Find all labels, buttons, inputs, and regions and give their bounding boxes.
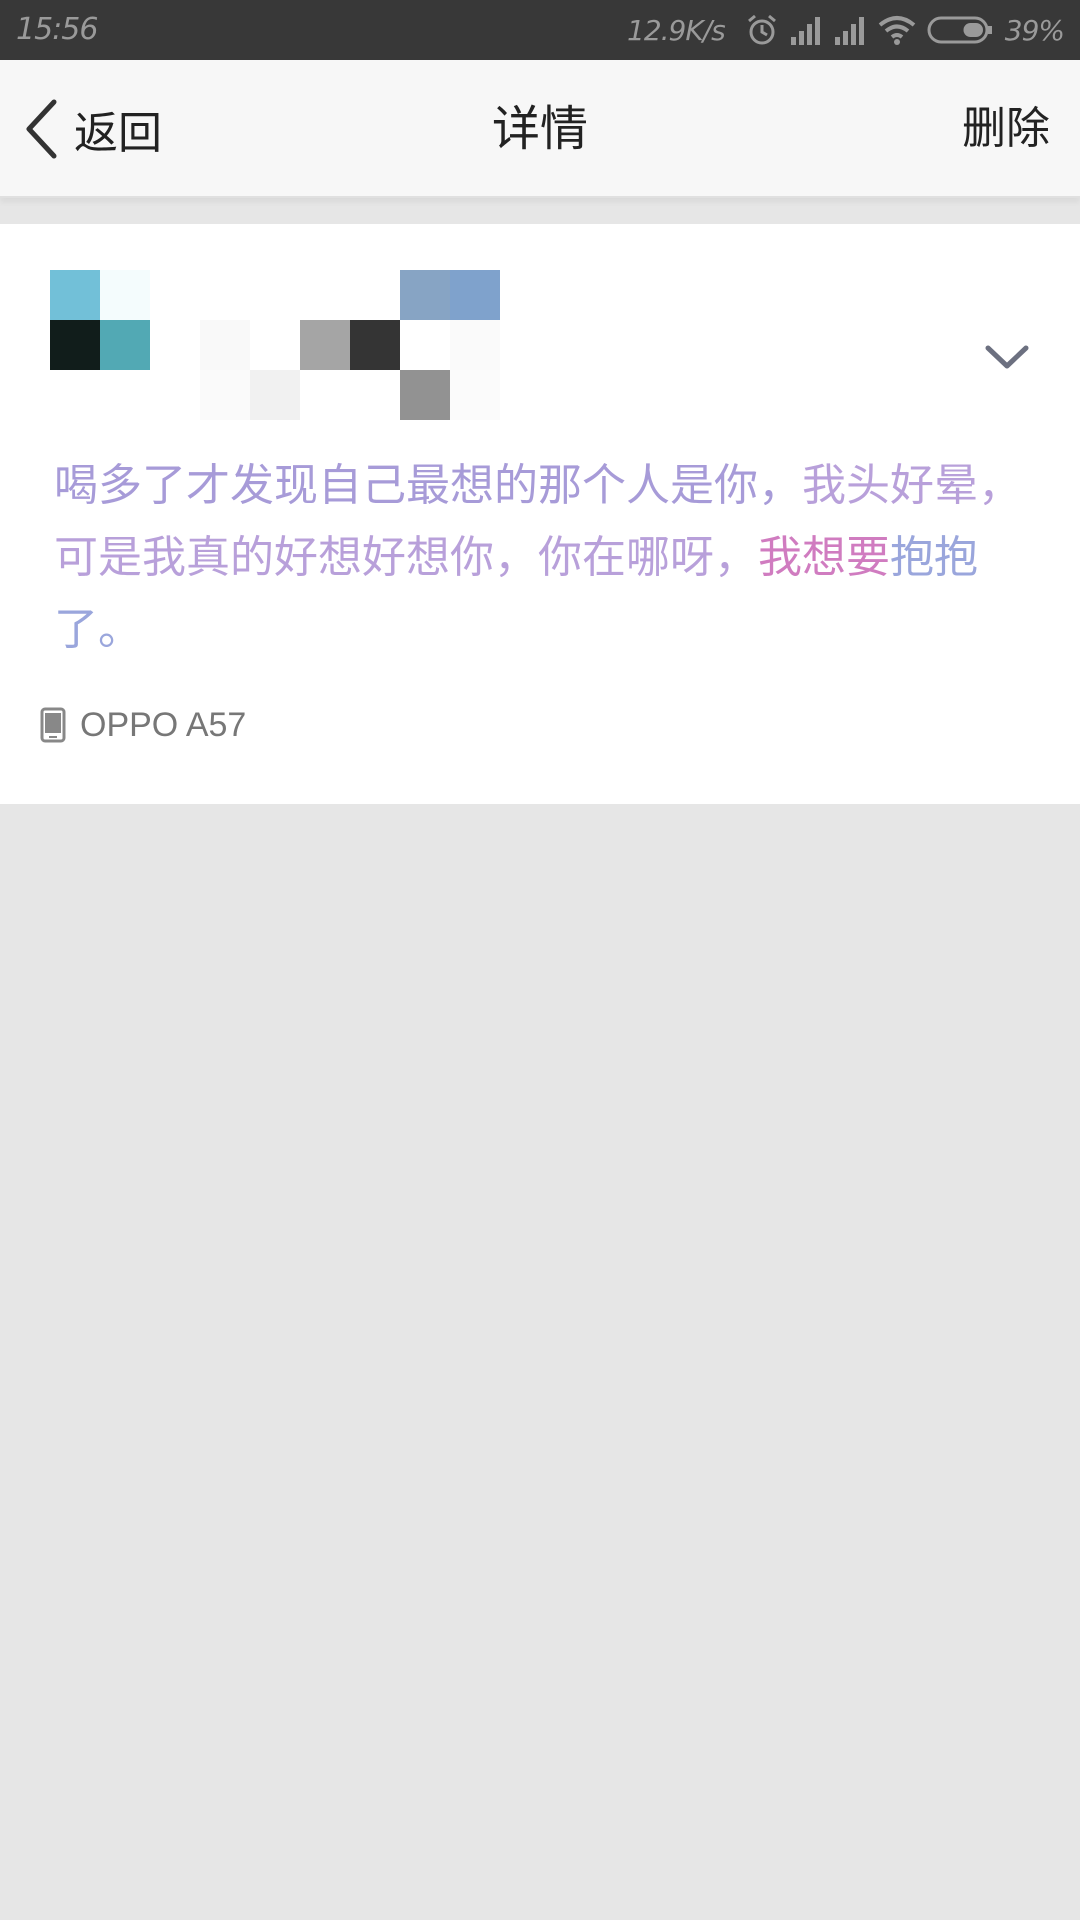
username-pixel: [350, 270, 400, 320]
username-pixel: [450, 320, 500, 370]
username-pixel: [450, 370, 500, 420]
username-pixel: [200, 320, 250, 370]
status-time: 15:56: [16, 12, 98, 47]
username-pixel: [250, 320, 300, 370]
device-name: OPPO A57: [80, 705, 247, 744]
post-card: 喝多了才发现自己最想的那个人是你，我头好晕，可是我真的好想好想你，你在哪呀，我想…: [0, 224, 1080, 804]
post-text-segment: 我想要: [758, 532, 890, 583]
post-text-segment: 喝多了才发现自己最想的那个人是你，: [54, 460, 802, 511]
username-pixel: [400, 320, 450, 370]
status-bar: 15:56 12.9K/s 39%: [0, 0, 1080, 60]
username-pixel: [300, 320, 350, 370]
username-mosaic[interactable]: [200, 270, 500, 420]
username-pixel: [350, 320, 400, 370]
avatar-pixel: [100, 270, 150, 320]
battery-percent: 39%: [1004, 13, 1065, 47]
phone-icon: [40, 707, 66, 743]
signal-icon: [790, 17, 820, 45]
net-speed: 12.9K/s: [627, 13, 726, 47]
username-pixel: [200, 270, 250, 320]
avatar-pixel: [50, 320, 100, 370]
delete-button[interactable]: 删除: [962, 60, 1050, 198]
username-pixel: [300, 270, 350, 320]
battery-icon: [927, 16, 992, 44]
avatar-pixel: [50, 270, 100, 320]
username-pixel: [350, 370, 400, 420]
status-icons: 12.9K/s 39%: [627, 10, 1065, 50]
username-pixel: [250, 270, 300, 320]
nav-bar: 返回 详情 删除: [0, 60, 1080, 198]
username-pixel: [200, 370, 250, 420]
username-pixel: [300, 370, 350, 420]
username-pixel: [250, 370, 300, 420]
page-title: 详情: [491, 101, 588, 157]
alarm-icon: [747, 14, 776, 45]
signal-icon: [834, 17, 864, 45]
avatar[interactable]: [50, 270, 150, 370]
username-pixel: [400, 370, 450, 420]
avatar-pixel: [100, 320, 150, 370]
chevron-down-icon[interactable]: [984, 344, 1030, 370]
post-text: 喝多了才发现自己最想的那个人是你，我头好晕，可是我真的好想好想你，你在哪呀，我想…: [54, 450, 1034, 666]
wifi-icon: [878, 16, 916, 45]
device-line: OPPO A57: [40, 700, 246, 750]
username-pixel: [400, 270, 450, 320]
username-pixel: [450, 270, 500, 320]
